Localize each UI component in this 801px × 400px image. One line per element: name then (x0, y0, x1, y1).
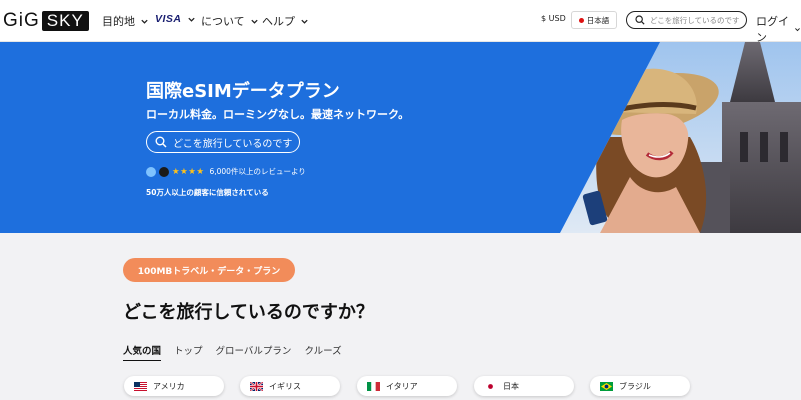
language-label: 日本語 (586, 15, 610, 25)
japan-flag-icon (484, 381, 497, 391)
country-label: 日本 (503, 381, 519, 391)
logo-text-right: SKY (41, 10, 89, 31)
language-selector[interactable]: 日本語 (571, 11, 617, 29)
review-site-icon (159, 166, 169, 177)
brazil-flag-icon (600, 381, 613, 391)
chevron-down-icon (795, 27, 800, 31)
country-label: イギリス (269, 381, 301, 391)
country-chip-brazil[interactable]: ブラジル (590, 376, 690, 396)
rating-summary: ★★★★ 6,000件以上のレビューより (146, 166, 306, 177)
tab-global-plans[interactable]: グローバルプラン (216, 343, 292, 361)
section-title: どこを旅行しているのですか？ (123, 302, 374, 323)
tab-popular-countries[interactable]: 人気の国 (123, 343, 162, 361)
currency-selector[interactable]: $ USD (541, 14, 566, 23)
tab-cruises[interactable]: クルーズ (304, 343, 341, 361)
hero-subtitle: ローカル料金。ローミングなし。最速ネットワーク。 (146, 108, 410, 121)
visa-logo: VISA (155, 13, 182, 25)
search-icon (635, 15, 645, 25)
hero-search-input[interactable]: どこを旅行しているのです (146, 131, 300, 153)
uk-flag-icon (250, 381, 263, 391)
traveler-photo (560, 42, 801, 233)
nav-help-label: ヘルプ (262, 15, 295, 28)
nav-about[interactable]: について (201, 13, 259, 29)
country-label: イタリア (386, 381, 418, 391)
nav-visa[interactable]: VISA (155, 13, 196, 25)
header-search-placeholder: どこを旅行しているのです (650, 15, 740, 25)
nav-about-label: について (201, 15, 245, 28)
nav-destinations[interactable]: 目的地 (102, 13, 149, 29)
promo-plan-button[interactable]: 100MBトラベル・データ・プラン (123, 258, 295, 282)
country-chip-italy[interactable]: イタリア (357, 376, 457, 396)
logo-text-left: GiG (3, 9, 40, 31)
destination-tabs: 人気の国 トップ グローバルプラン クルーズ (123, 343, 342, 361)
review-count: 6,000件以上のレビューより (209, 167, 306, 176)
country-chip-uk[interactable]: イギリス (240, 376, 340, 396)
us-flag-icon (134, 381, 147, 391)
login-label: ログイン (756, 15, 789, 44)
chevron-down-icon (301, 19, 308, 24)
nav-help[interactable]: ヘルプ (262, 13, 309, 29)
tab-top[interactable]: トップ (174, 343, 203, 361)
chevron-down-icon (141, 19, 148, 24)
top-header: GiG SKY 目的地 VISA について ヘルプ $ USD 日本語 どこを旅… (0, 0, 801, 45)
nav-destinations-label: 目的地 (102, 15, 135, 28)
header-search-input[interactable]: どこを旅行しているのです (626, 11, 747, 29)
login-menu[interactable]: ログイン (756, 13, 801, 45)
country-chip-japan[interactable]: 日本 (474, 376, 574, 396)
gigsky-logo[interactable]: GiG SKY (3, 10, 89, 31)
hero-search-placeholder: どこを旅行しているのです (173, 138, 293, 150)
country-label: ブラジル (619, 381, 651, 391)
chevron-down-icon (187, 17, 195, 22)
trust-statement: 50万人以上の顧客に信頼されている (146, 188, 269, 197)
country-label: アメリカ (153, 381, 185, 391)
search-icon (155, 136, 167, 148)
review-site-icon (146, 166, 156, 177)
hero-banner: 国際eSIMデータプラン ローカル料金。ローミングなし。最速ネットワーク。 どこ… (0, 42, 801, 233)
italy-flag-icon (367, 381, 380, 391)
star-rating: ★★★★ (172, 166, 205, 177)
chevron-down-icon (251, 19, 258, 24)
hero-title: 国際eSIMデータプラン (146, 81, 340, 102)
country-chip-usa[interactable]: アメリカ (124, 376, 224, 396)
japan-flag-icon (578, 17, 584, 23)
